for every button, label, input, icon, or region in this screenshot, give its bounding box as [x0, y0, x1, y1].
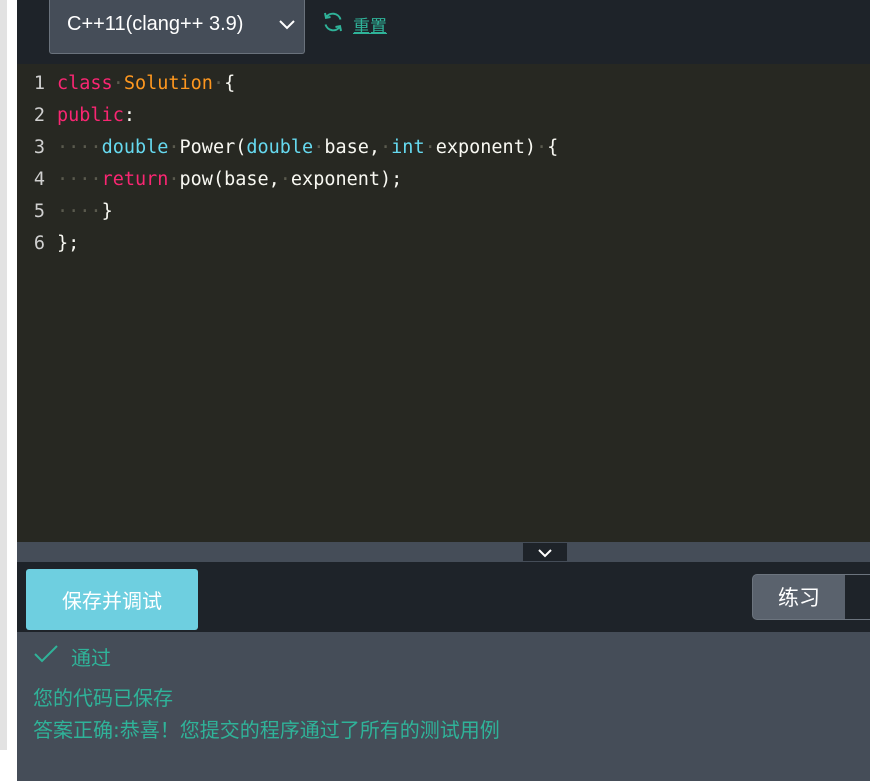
- saved-message: 您的代码已保存: [33, 686, 173, 710]
- line-number: 3: [33, 137, 45, 158]
- code-token: exponent): [435, 137, 536, 158]
- code-token: return: [101, 169, 169, 190]
- action-bar: 保存并调试 练习: [17, 562, 870, 632]
- code-editor-app: C++11(clang++ 3.9) 重置 1 class·Solution·{2…: [17, 0, 870, 781]
- refresh-icon: [321, 10, 345, 38]
- code-token: ·: [313, 137, 325, 158]
- line-number: 4: [33, 169, 45, 190]
- other-mode-button[interactable]: [845, 575, 870, 619]
- practice-mode-button[interactable]: 练习: [753, 575, 845, 619]
- code-line: 5 ····}: [17, 196, 113, 228]
- code-token: ·: [112, 73, 124, 94]
- line-number: 6: [33, 233, 45, 254]
- code-token: ····: [57, 137, 102, 158]
- line-number: 5: [33, 201, 45, 222]
- code-token: }: [101, 201, 113, 222]
- status-label: 通过: [71, 645, 111, 670]
- code-token: :: [123, 105, 135, 126]
- result-panel: 通过 您的代码已保存 答案正确:恭喜！您提交的程序通过了所有的测试用例: [17, 632, 870, 781]
- code-token: Solution: [123, 73, 213, 94]
- language-select[interactable]: C++11(clang++ 3.9): [49, 0, 305, 54]
- code-token: ····: [57, 201, 102, 222]
- editor-toolbar: C++11(clang++ 3.9) 重置: [17, 0, 870, 64]
- code-editor[interactable]: 1 class·Solution·{2 public: 3 ····double·Pow…: [17, 64, 870, 542]
- check-icon: [33, 644, 59, 669]
- success-message: 答案正确:恭喜！您提交的程序通过了所有的测试用例: [33, 718, 500, 742]
- result-status: 通过: [33, 642, 111, 670]
- code-token: ·: [535, 137, 548, 158]
- code-line: 6};: [17, 228, 79, 260]
- code-token: pow(base,: [179, 169, 280, 190]
- code-line: 3 ····double·Power(double·base,·int·expon…: [17, 132, 558, 164]
- code-token: ·: [380, 137, 392, 158]
- code-token: base,: [324, 137, 381, 158]
- code-token: public: [57, 105, 124, 126]
- line-number: 1: [33, 73, 45, 94]
- code-token: exponent);: [290, 169, 403, 190]
- code-token: ·: [212, 73, 225, 94]
- line-number: 2: [33, 105, 45, 126]
- code-line: 2 public:: [17, 100, 135, 132]
- code-token: ····: [57, 169, 102, 190]
- reset-button[interactable]: 重置: [321, 10, 387, 38]
- code-token: class: [57, 73, 113, 94]
- chevron-down-icon: [270, 19, 304, 30]
- code-token: {: [224, 73, 236, 94]
- code-token: ·: [168, 137, 180, 158]
- language-select-label: C++11(clang++ 3.9): [67, 13, 244, 35]
- code-token: ·: [279, 169, 291, 190]
- code-token: ·: [424, 137, 436, 158]
- save-and-debug-button[interactable]: 保存并调试: [26, 569, 198, 630]
- code-line: 4 ····return·pow(base,·exponent);: [17, 164, 402, 196]
- code-line: 1 class·Solution·{: [17, 68, 235, 100]
- code-token: {: [547, 137, 559, 158]
- panel-splitter[interactable]: [17, 542, 870, 562]
- mode-toggle: 练习: [752, 574, 870, 620]
- code-token: int: [391, 137, 425, 158]
- code-token: double: [246, 137, 314, 158]
- chevron-down-icon: [537, 543, 553, 562]
- code-token: };: [57, 233, 80, 254]
- code-token: Power(: [179, 137, 247, 158]
- left-gap: [7, 0, 17, 781]
- code-token: ·: [168, 169, 180, 190]
- reset-label: 重置: [353, 16, 387, 37]
- left-rail: [0, 0, 7, 750]
- collapse-panel-button[interactable]: [523, 543, 567, 561]
- code-token: double: [101, 137, 169, 158]
